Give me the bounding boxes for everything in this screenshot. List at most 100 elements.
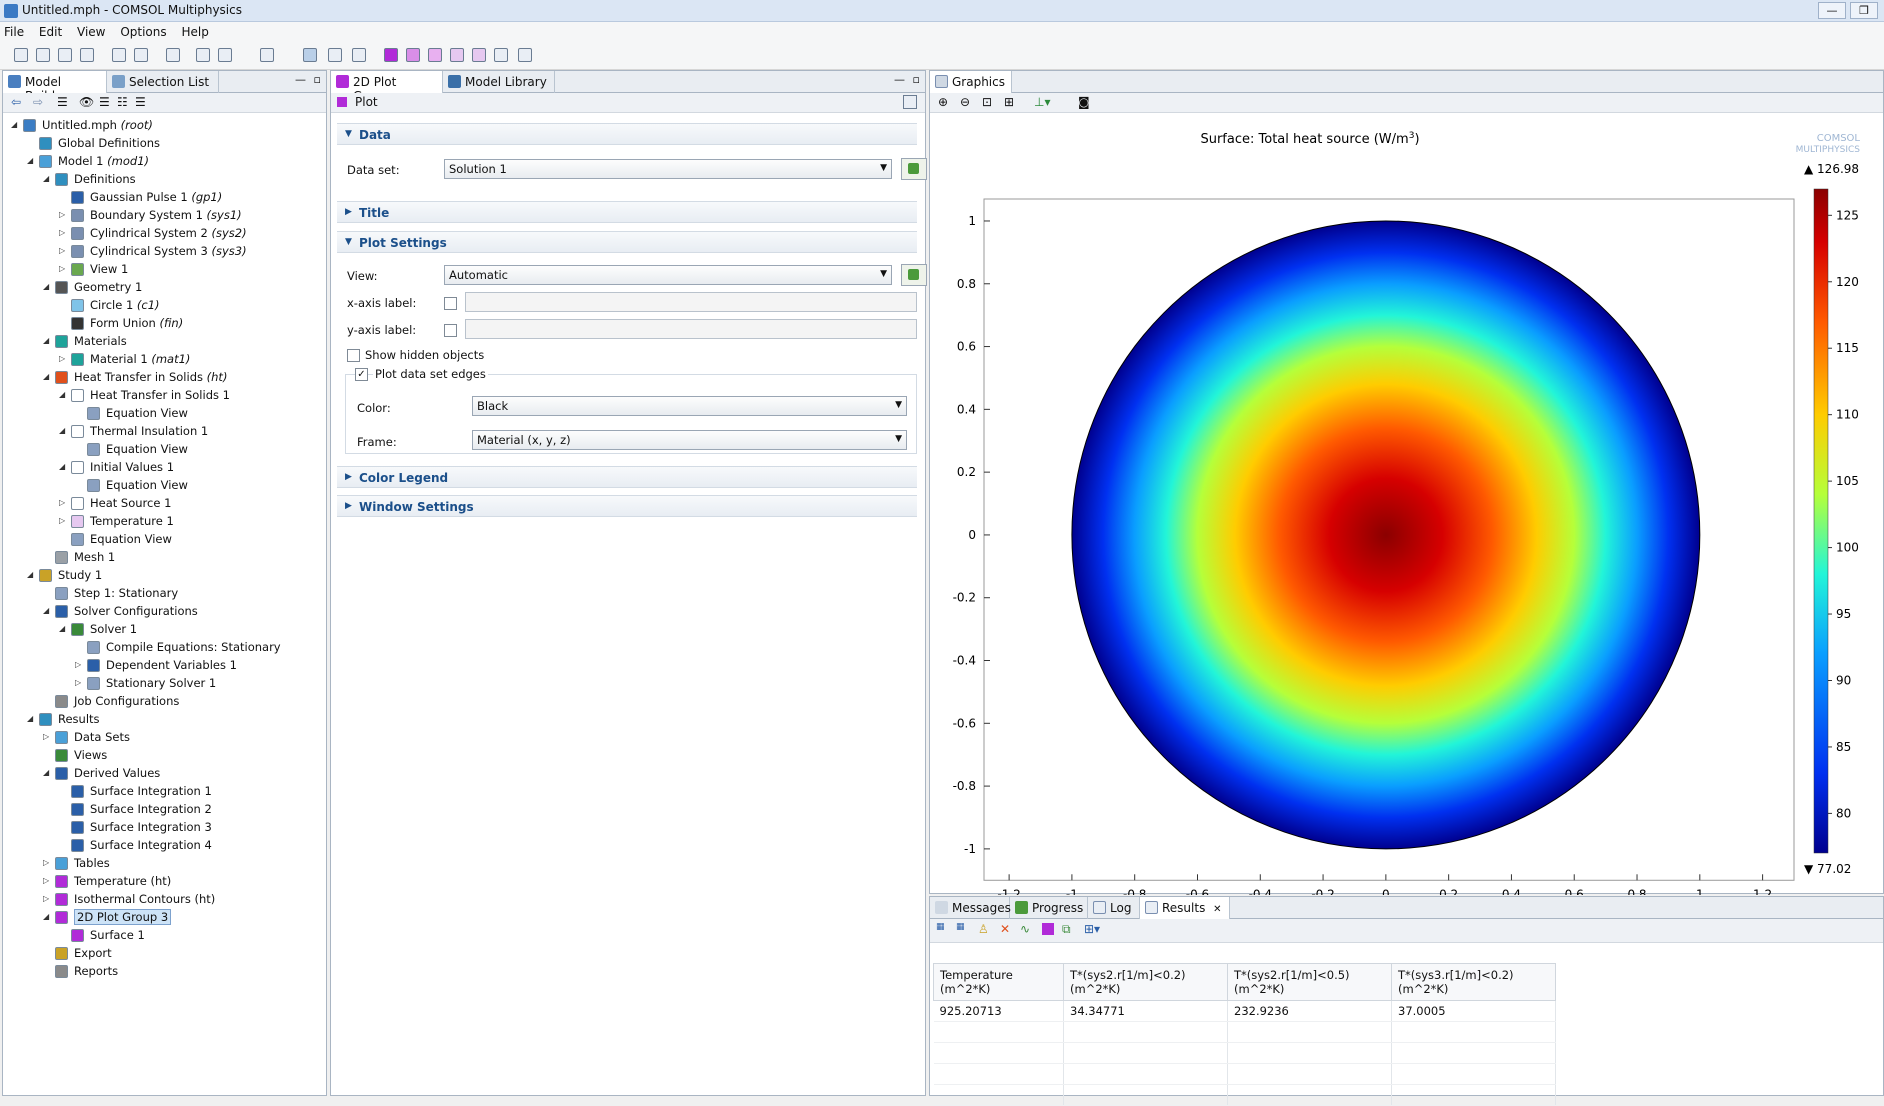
expand-triangle-icon[interactable]: ▷ bbox=[59, 246, 69, 255]
x-axis-label-checkbox[interactable] bbox=[444, 297, 457, 310]
menu-view[interactable]: View bbox=[73, 22, 112, 39]
camera-icon[interactable]: ◙ bbox=[1078, 95, 1090, 109]
plot-icon[interactable] bbox=[337, 97, 347, 107]
collapse-triangle-icon[interactable]: ◢ bbox=[43, 174, 53, 183]
contour-plot-icon[interactable] bbox=[428, 48, 442, 62]
expand-all-icon[interactable]: ☷ bbox=[117, 95, 128, 109]
menu-options[interactable]: Options bbox=[116, 22, 173, 39]
domain-circle[interactable] bbox=[1071, 220, 1701, 850]
new-file-icon[interactable] bbox=[14, 48, 28, 62]
y-axis-label-checkbox[interactable] bbox=[444, 324, 457, 337]
section-plot-settings[interactable]: ▼ Plot Settings bbox=[337, 231, 917, 253]
report-icon[interactable] bbox=[518, 48, 532, 62]
expand-triangle-icon[interactable]: ▷ bbox=[59, 516, 69, 525]
x-axis-label-input[interactable] bbox=[465, 292, 917, 312]
context-help-icon[interactable] bbox=[218, 48, 232, 62]
collapse-triangle-icon[interactable]: ◢ bbox=[59, 462, 69, 471]
plot-button-icon[interactable] bbox=[903, 95, 917, 109]
minimize-button[interactable]: — bbox=[1818, 2, 1846, 19]
go-to-view-button[interactable] bbox=[901, 264, 927, 286]
tab-results[interactable]: Results ✕ bbox=[1140, 897, 1230, 919]
expand-triangle-icon[interactable]: ▷ bbox=[43, 894, 53, 903]
zoom-in-icon[interactable]: ⊕ bbox=[938, 95, 948, 109]
sort-icon[interactable]: ☰ bbox=[135, 95, 146, 109]
tab-progress[interactable]: Progress bbox=[1010, 897, 1088, 919]
maximize-button[interactable]: ❐ bbox=[1850, 2, 1878, 19]
section-title[interactable]: ▶ Title bbox=[337, 201, 917, 223]
forward-arrow-icon[interactable]: ⇨ bbox=[33, 95, 43, 109]
collapse-triangle-icon[interactable]: ◢ bbox=[27, 714, 37, 723]
expand-triangle-icon[interactable]: ▷ bbox=[43, 732, 53, 741]
plot-data-set-edges-checkbox[interactable]: ✓ bbox=[355, 368, 368, 381]
expand-triangle-icon[interactable]: ▷ bbox=[59, 354, 69, 363]
menu-help[interactable]: Help bbox=[177, 22, 215, 39]
collapse-triangle-icon[interactable]: ◢ bbox=[43, 372, 53, 381]
data-set-select[interactable]: Solution 1 ▼ bbox=[444, 159, 892, 179]
collapse-triangle-icon[interactable]: ◢ bbox=[27, 570, 37, 579]
collapse-triangle-icon[interactable]: ◢ bbox=[27, 156, 37, 165]
streamline-plot-icon[interactable] bbox=[472, 48, 486, 62]
save-icon[interactable] bbox=[58, 48, 72, 62]
section-color-legend[interactable]: ▶ Color Legend bbox=[337, 466, 917, 488]
delete-icon[interactable]: ✕ bbox=[1000, 922, 1010, 936]
axis-orientation-icon[interactable]: ⊥▾ bbox=[1034, 95, 1050, 109]
expand-triangle-icon[interactable]: ▷ bbox=[43, 858, 53, 867]
plot-group-icon[interactable] bbox=[1042, 923, 1054, 935]
y-axis-label-input[interactable] bbox=[465, 319, 917, 339]
surface-plot[interactable]: Surface: Total heat source (W/m3) COMSOLM… bbox=[930, 115, 1883, 895]
collapse-triangle-icon[interactable]: ◢ bbox=[43, 768, 53, 777]
section-window-settings[interactable]: ▶ Window Settings bbox=[337, 495, 917, 517]
maximize-panel-icon[interactable]: ▫ bbox=[314, 73, 321, 86]
table-plot-icon[interactable] bbox=[494, 48, 508, 62]
view-select[interactable]: Automatic ▼ bbox=[444, 265, 892, 285]
line-plot-icon[interactable] bbox=[450, 48, 464, 62]
open-file-icon[interactable] bbox=[36, 48, 50, 62]
view-options-icon[interactable]: 👁 bbox=[79, 95, 94, 109]
go-to-source-button[interactable] bbox=[901, 158, 927, 180]
minimize-panel-icon[interactable]: — bbox=[295, 73, 306, 86]
column-header[interactable]: T*(sys2.r[1/m]<0.2) (m^2*K) bbox=[1063, 963, 1228, 1001]
tab-model-builder[interactable]: Model Builder bbox=[3, 71, 107, 103]
tab-model-library[interactable]: Model Library bbox=[443, 71, 555, 93]
zoom-box-icon[interactable]: ⊡ bbox=[982, 95, 992, 109]
tab-2d-plot-group[interactable]: 2D Plot Group bbox=[331, 71, 443, 103]
expand-triangle-icon[interactable]: ▷ bbox=[59, 264, 69, 273]
column-header[interactable]: T*(sys3.r[1/m]<0.2) (m^2*K) bbox=[1391, 963, 1556, 1001]
zoom-out-icon[interactable]: ⊖ bbox=[960, 95, 970, 109]
copy-table-icon[interactable]: ⧉ bbox=[1062, 922, 1071, 937]
expand-triangle-icon[interactable]: ▷ bbox=[59, 228, 69, 237]
plot-group-icon[interactable] bbox=[384, 48, 398, 62]
collapse-triangle-icon[interactable]: ◢ bbox=[59, 624, 69, 633]
collapse-triangle-icon[interactable]: ◢ bbox=[43, 336, 53, 345]
line-icon[interactable] bbox=[328, 48, 342, 62]
tab-log[interactable]: Log bbox=[1088, 897, 1140, 919]
collapse-triangle-icon[interactable]: ◢ bbox=[43, 912, 53, 921]
menu-file[interactable]: File bbox=[0, 22, 31, 39]
help-icon[interactable] bbox=[196, 48, 210, 62]
expand-triangle-icon[interactable]: ▷ bbox=[75, 660, 85, 669]
expand-triangle-icon[interactable]: ▷ bbox=[43, 876, 53, 885]
maximize-panel-icon[interactable]: ▫ bbox=[913, 73, 920, 86]
zoom-extents-icon[interactable]: ⊞ bbox=[1004, 95, 1014, 109]
graph-icon[interactable]: ∿ bbox=[1020, 922, 1030, 936]
tab-messages[interactable]: Messages bbox=[930, 897, 1011, 919]
color-legend-bar[interactable] bbox=[1813, 188, 1829, 854]
collapse-triangle-icon[interactable]: ◢ bbox=[59, 426, 69, 435]
surface-plot-icon[interactable] bbox=[406, 48, 420, 62]
expand-triangle-icon[interactable]: ▷ bbox=[75, 678, 85, 687]
collapse-triangle-icon[interactable]: ◢ bbox=[59, 390, 69, 399]
back-arrow-icon[interactable]: ⇦ bbox=[11, 95, 21, 109]
table-row[interactable]: 925.20713 34.34771 232.9236 37.0005 bbox=[933, 1000, 1556, 1022]
column-header[interactable]: T*(sys2.r[1/m]<0.5) (m^2*K) bbox=[1227, 963, 1392, 1001]
tab-graphics[interactable]: Graphics bbox=[930, 71, 1012, 93]
show-hidden-objects-checkbox[interactable] bbox=[347, 349, 360, 362]
undo-icon[interactable] bbox=[112, 48, 126, 62]
collapse-triangle-icon[interactable]: ◢ bbox=[43, 606, 53, 615]
expand-triangle-icon[interactable]: ▷ bbox=[59, 498, 69, 507]
collapse-triangle-icon[interactable]: ◢ bbox=[11, 120, 21, 129]
edge-color-select[interactable]: Black ▼ bbox=[472, 396, 907, 416]
study-compute-icon[interactable] bbox=[260, 48, 274, 62]
frame-select[interactable]: Material (x, y, z) ▼ bbox=[472, 430, 907, 450]
expand-triangle-icon[interactable]: ▷ bbox=[59, 210, 69, 219]
evaluate-icon[interactable]: ▦ bbox=[956, 922, 965, 932]
